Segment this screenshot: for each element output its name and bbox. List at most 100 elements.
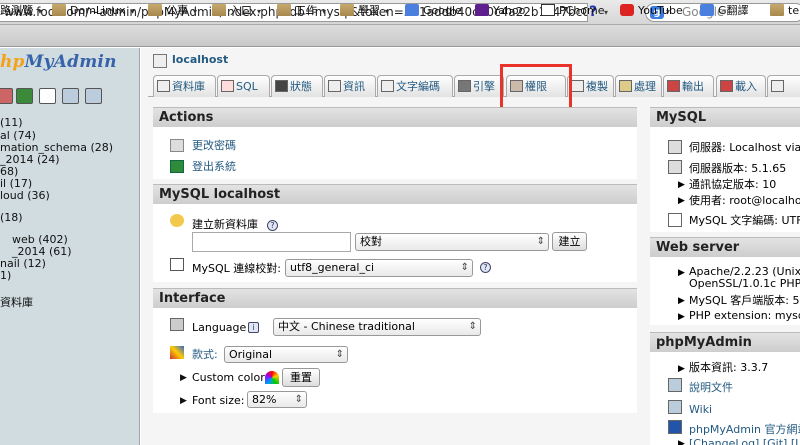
collation-select[interactable]: 校對 — [355, 233, 549, 251]
tab-replication[interactable]: 複製 — [567, 75, 614, 97]
tab-variables[interactable]: 資訊 — [324, 75, 376, 97]
tab-databases[interactable]: 資料庫 — [153, 75, 216, 97]
sql-window-icon[interactable] — [39, 88, 56, 104]
charset-icon — [381, 80, 394, 92]
db-list-item[interactable]: (18) — [0, 211, 23, 224]
home-icon[interactable] — [0, 88, 13, 104]
bookmark-pchome[interactable]: PChome — [541, 3, 605, 19]
tab-charsets[interactable]: 文字編碼 — [377, 75, 453, 97]
bookmark-gtranslate[interactable]: G翻譯 — [700, 3, 749, 19]
webserver-heading: Web server — [650, 237, 800, 257]
expand-triangle-icon[interactable]: ▶ — [180, 396, 187, 406]
create-button[interactable]: 建立 — [552, 232, 587, 251]
bullet-icon: ▶ — [678, 268, 685, 278]
help-icon[interactable]: ? — [480, 262, 491, 273]
custom-color-label: Custom color: — [192, 371, 269, 384]
folder-icon — [52, 4, 66, 16]
language-select[interactable]: 中文 - Chinese traditional — [273, 318, 481, 336]
documentation-link[interactable]: 說明文件 — [689, 381, 733, 395]
docs-icon — [668, 378, 682, 392]
rainbow-color-icon[interactable] — [265, 371, 279, 384]
language-icon — [170, 318, 184, 331]
bookmark-public[interactable]: 公事 ▾ — [148, 3, 197, 19]
create-db-label: 建立新資料庫 — [192, 218, 258, 231]
homepage-icon — [668, 420, 682, 434]
font-size-select[interactable]: 82% — [247, 391, 307, 408]
server-version: 伺服器版本: 5.1.65 — [689, 162, 787, 175]
db-list-item[interactable]: loud (36) — [0, 189, 50, 202]
new-db-name-input[interactable] — [192, 232, 351, 252]
help-icon[interactable]: ? — [267, 220, 278, 231]
privileges-tab-highlight — [500, 64, 572, 110]
bookmark-entry[interactable]: 入口 ▾ — [212, 3, 261, 19]
pma-version: 版本資訊: 3.3.7 — [689, 361, 769, 374]
yahoo-icon — [475, 4, 489, 16]
bookmark-domlinux[interactable]: DomLinux ▾ — [52, 3, 135, 19]
docs-icon[interactable] — [85, 88, 102, 104]
font-size-label: Font size: — [192, 394, 245, 407]
reset-color-button[interactable]: 重置 — [282, 368, 320, 387]
wiki-icon — [668, 400, 682, 414]
server-version-icon — [668, 160, 682, 174]
expand-triangle-icon[interactable]: ▶ — [180, 373, 187, 383]
db-list-item[interactable]: (11) — [0, 116, 23, 129]
new-database-icon — [170, 214, 184, 227]
wiki-link[interactable]: Wiki — [689, 403, 712, 417]
engine-icon — [458, 80, 471, 92]
process-icon — [619, 80, 632, 92]
tab-engines[interactable]: 引擎 — [454, 75, 504, 97]
change-password-icon — [170, 139, 184, 152]
homepage-link[interactable]: phpMyAdmin 官方網站 — [689, 423, 800, 437]
db-list-item[interactable]: 1) — [0, 269, 11, 282]
bookmark-tem[interactable]: tem — [770, 3, 800, 19]
help-icon[interactable] — [62, 88, 79, 104]
folder-icon — [277, 4, 291, 16]
protocol-version: 通訊協定版本: 10 — [689, 178, 777, 191]
charset-icon — [668, 213, 682, 227]
chevron-down-icon: ▾ — [322, 7, 327, 16]
bullet-icon: ▶ — [678, 180, 685, 190]
tab-processes[interactable]: 處理 — [615, 75, 662, 97]
chevron-down-icon: ▾ — [385, 7, 390, 16]
bookmark-first[interactable]: 路測覽 ▾ — [0, 3, 42, 19]
server-breadcrumb[interactable]: localhost — [172, 53, 228, 66]
change-password-link[interactable]: 更改密碼 — [192, 139, 236, 153]
bookmark-study[interactable]: 學習 ▾ — [340, 3, 389, 19]
sql-query-icon[interactable] — [16, 88, 33, 104]
server-info: 伺服器: Localhost via — [689, 141, 800, 154]
replication-icon — [571, 80, 584, 92]
tab-status[interactable]: 狀態 — [271, 75, 323, 97]
folder-icon — [770, 4, 784, 16]
db-list-footer: 資料庫 — [0, 296, 33, 309]
apache-version-cont: OpenSSL/1.0.1c PHP — [689, 277, 800, 290]
interface-heading: Interface — [153, 288, 637, 308]
sql-icon — [221, 80, 234, 92]
bookmark-google[interactable]: Google — [405, 3, 462, 19]
tab-more[interactable] — [767, 75, 800, 97]
theme-label[interactable]: 款式: — [192, 348, 218, 362]
phpmyadmin-info-heading: phpMyAdmin — [650, 332, 800, 352]
tab-sql[interactable]: SQL — [217, 75, 270, 97]
bullet-icon: ▶ — [678, 439, 685, 445]
settings-icon — [771, 80, 784, 92]
connection-collation-select[interactable]: utf8_general_ci — [285, 259, 473, 277]
folder-icon — [148, 4, 162, 16]
bookmark-work[interactable]: 工作 ▾ — [277, 3, 326, 19]
bookmark-youtube[interactable]: YouTube — [620, 3, 683, 19]
tab-import[interactable]: 載入 — [716, 75, 766, 97]
server-icon — [668, 140, 682, 154]
logout-link[interactable]: 登出系統 — [192, 160, 236, 174]
chevron-down-icon: ▾ — [130, 7, 135, 16]
info-icon[interactable]: i — [248, 322, 259, 333]
tab-export[interactable]: 輸出 — [663, 75, 714, 97]
changelog-links[interactable]: [ChangeLog] [Git] [Li — [689, 437, 800, 445]
bookmark-yahoo[interactable]: Yahoo — [475, 3, 525, 19]
phpmyadmin-logo[interactable]: hpMyAdmin — [0, 52, 117, 72]
google-icon — [405, 4, 419, 16]
bookmarks-bar — [0, 25, 800, 47]
php-extension: PHP extension: mysq — [689, 309, 800, 322]
theme-select[interactable]: Original — [224, 346, 348, 363]
bullet-icon: ▶ — [678, 364, 685, 374]
mysql-localhost-heading: MySQL localhost — [153, 184, 637, 204]
import-icon — [720, 80, 733, 92]
